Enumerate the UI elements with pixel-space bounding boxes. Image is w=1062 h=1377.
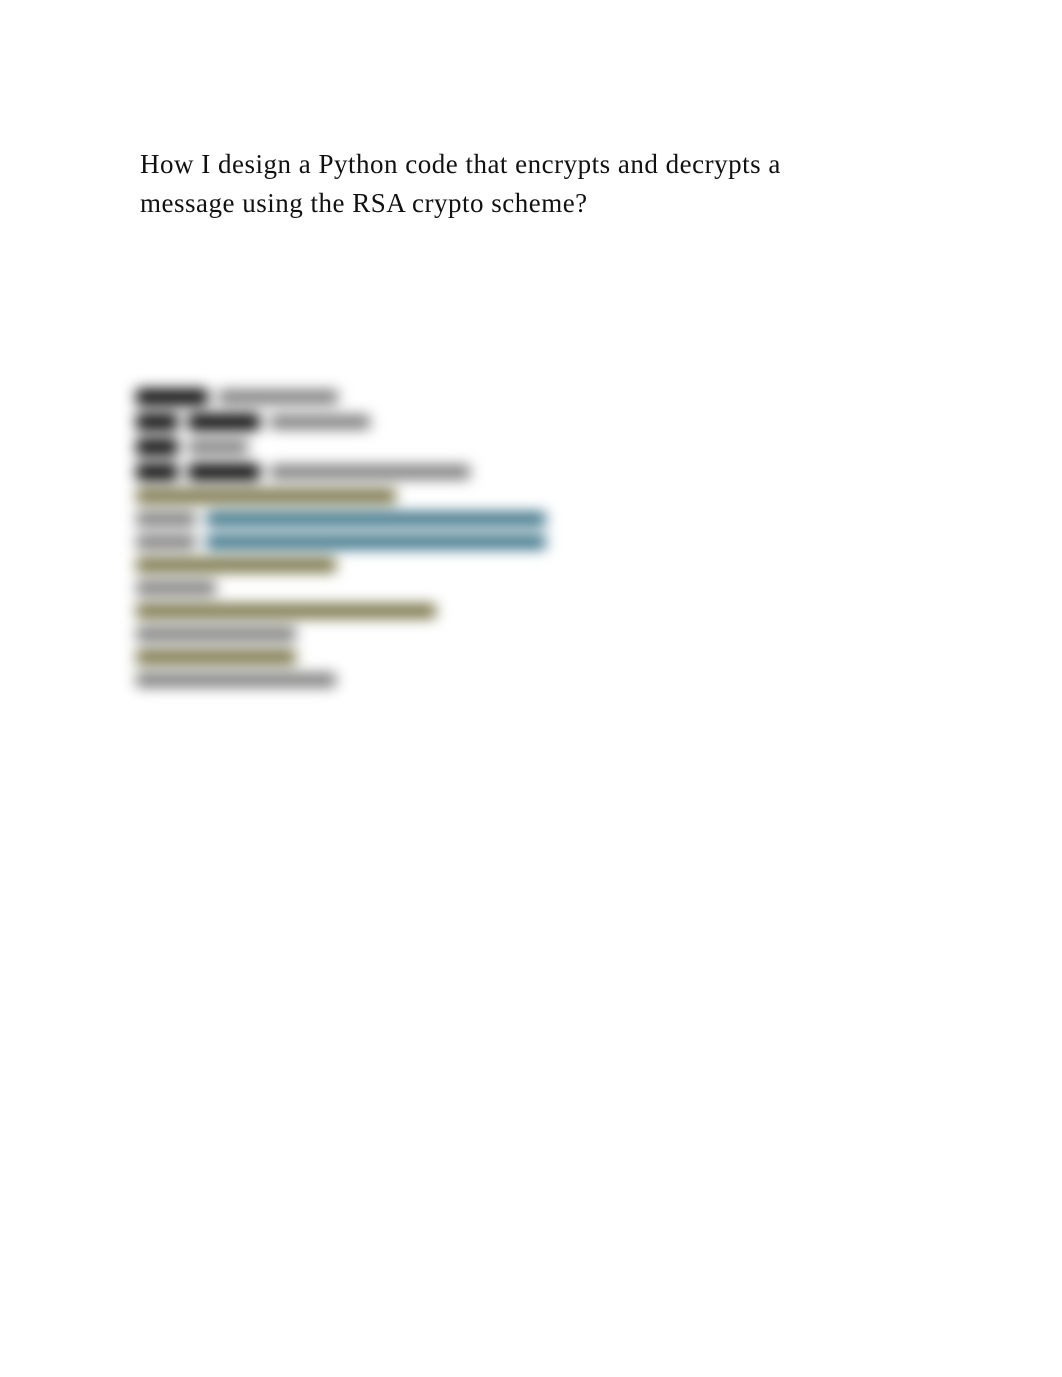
blurred-line <box>136 512 696 526</box>
question-line-1: How I design a Python code that encrypts… <box>140 145 922 184</box>
blurred-line <box>136 464 696 480</box>
blurred-line <box>136 389 696 405</box>
blurred-line <box>136 414 696 430</box>
blurred-line <box>136 673 696 687</box>
blurred-line <box>136 558 696 572</box>
blurred-code-preview <box>136 380 696 696</box>
blurred-line <box>136 581 696 595</box>
blurred-line <box>136 604 696 618</box>
question-text-block: How I design a Python code that encrypts… <box>140 145 922 223</box>
document-page: How I design a Python code that encrypts… <box>0 0 1062 1377</box>
blurred-line <box>136 439 696 455</box>
blurred-line <box>136 627 696 641</box>
blurred-line <box>136 650 696 664</box>
blurred-line <box>136 489 696 503</box>
blurred-line <box>136 535 696 549</box>
question-line-2: message using the RSA crypto scheme? <box>140 184 922 223</box>
